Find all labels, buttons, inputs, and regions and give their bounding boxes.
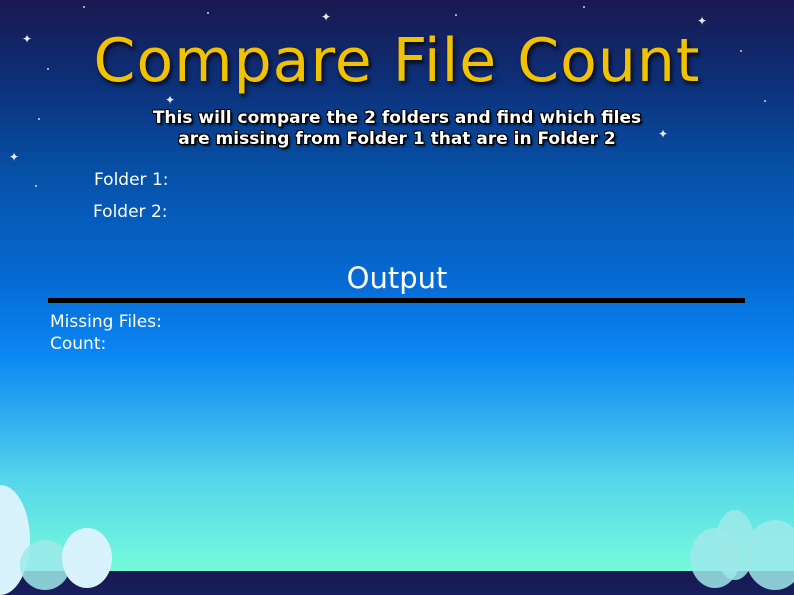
description-line-1: This will compare the 2 folders and find… <box>152 108 642 128</box>
count-label: Count: <box>50 334 107 354</box>
cloud <box>745 520 794 590</box>
star-icon <box>83 6 85 8</box>
folder1-label: Folder 1: <box>94 170 169 190</box>
star-icon <box>583 6 585 8</box>
cloud <box>62 528 112 588</box>
star-icon: ✦ <box>9 150 20 164</box>
output-divider <box>48 298 745 303</box>
missing-files-label: Missing Files: <box>50 312 162 332</box>
description-line-2: are missing from Folder 1 that are in Fo… <box>178 129 616 149</box>
page-title: Compare File Count <box>93 26 701 96</box>
star-icon <box>35 185 37 187</box>
star-icon <box>207 12 209 14</box>
star-icon <box>764 100 766 102</box>
star-icon <box>455 14 457 16</box>
star-icon: ✦ <box>321 10 332 24</box>
description: This will compare the 2 folders and find… <box>0 108 794 150</box>
folder2-label: Folder 2: <box>93 202 168 222</box>
output-heading: Output <box>346 261 448 295</box>
